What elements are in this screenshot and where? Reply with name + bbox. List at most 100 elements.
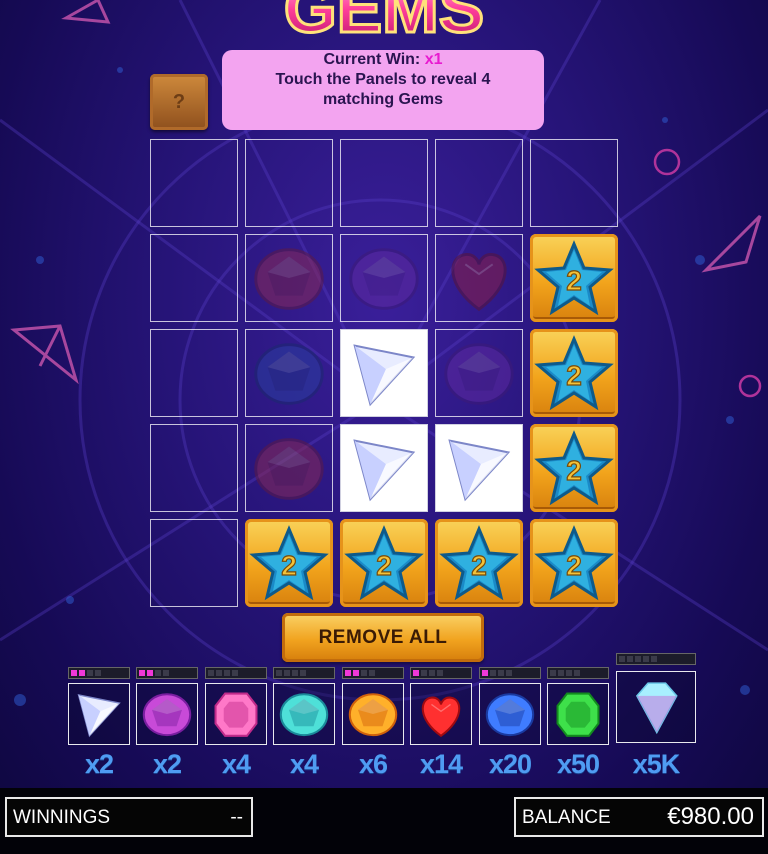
- progress-pip: [216, 670, 222, 676]
- paytable-gem-box: [205, 683, 267, 745]
- gem-purple-icon: [444, 343, 514, 405]
- current-win-label: Current Win:: [323, 51, 421, 68]
- winnings-value: --: [230, 807, 243, 828]
- grid-cell-star[interactable]: 2: [245, 519, 333, 607]
- gem-red-icon: [254, 438, 324, 500]
- green-gem-icon: [556, 692, 600, 737]
- progress-pip: [224, 670, 230, 676]
- orange-gem-icon: [348, 693, 398, 737]
- progress-pip: [163, 670, 169, 676]
- big-diamond-icon: [635, 682, 678, 735]
- progress-pip: [421, 670, 427, 676]
- progress-meter: [205, 667, 267, 679]
- paytable-gem-box: [342, 683, 404, 745]
- progress-pip: [87, 670, 93, 676]
- help-button[interactable]: ?: [150, 74, 208, 130]
- progress-pip: [208, 670, 214, 676]
- progress-pip: [95, 670, 101, 676]
- star-icon: 2: [249, 525, 329, 601]
- progress-meter: [410, 667, 472, 679]
- grid-cell-diamond[interactable]: [340, 329, 428, 417]
- grid-cell-gem-purple[interactable]: [435, 329, 523, 417]
- balance-value: €980.00: [667, 803, 754, 830]
- grid-cell-star[interactable]: 2: [340, 519, 428, 607]
- help-button-label: ?: [172, 90, 186, 113]
- progress-meter: [342, 667, 404, 679]
- diamond-icon: [353, 344, 416, 407]
- winnings-label: WINNINGS: [13, 807, 111, 828]
- grid-cell-hidden[interactable]: [150, 234, 238, 322]
- grid-cell-hidden[interactable]: [435, 139, 523, 227]
- progress-pip: [437, 670, 443, 676]
- gem-purple-icon: [349, 248, 419, 310]
- svg-text:2: 2: [566, 550, 582, 581]
- star-icon: 2: [534, 525, 614, 601]
- grid-cell-hidden[interactable]: [150, 424, 238, 512]
- progress-pip: [276, 670, 282, 676]
- grid-cell-hidden[interactable]: [150, 519, 238, 607]
- blue-gem-icon: [485, 693, 535, 737]
- paytable-multiplier: x14: [419, 749, 463, 779]
- grid-cell-hidden[interactable]: [245, 139, 333, 227]
- star-icon: 2: [439, 525, 519, 601]
- paytable-gem-box: [136, 683, 198, 745]
- progress-pip: [292, 670, 298, 676]
- diamond-icon: [448, 439, 511, 502]
- grid-cell-gem-purple[interactable]: [340, 234, 428, 322]
- purple-gem-icon: [142, 693, 192, 737]
- star-icon: 2: [344, 525, 424, 601]
- progress-pip: [558, 670, 564, 676]
- balance-label: BALANCE: [522, 807, 611, 828]
- current-win-value: x1: [424, 51, 443, 68]
- progress-pip: [369, 670, 375, 676]
- gem-red-icon: [254, 248, 324, 310]
- progress-pip: [550, 670, 556, 676]
- grid-cell-star[interactable]: 2: [435, 519, 523, 607]
- progress-pip: [574, 670, 580, 676]
- progress-pip: [635, 656, 641, 662]
- progress-pip: [353, 670, 359, 676]
- grid-cell-star[interactable]: 2: [530, 424, 618, 512]
- grid-cell-gem-heart[interactable]: [435, 234, 523, 322]
- progress-pip: [155, 670, 161, 676]
- grid-cell-diamond[interactable]: [340, 424, 428, 512]
- grid-cell-star[interactable]: 2: [530, 329, 618, 417]
- paytable-gem-box: [616, 671, 696, 743]
- paytable-multiplier: x2: [84, 749, 114, 779]
- gem-heart-icon: [451, 253, 507, 312]
- paytable-multiplier: x5K: [632, 749, 681, 779]
- progress-pip: [651, 656, 657, 662]
- progress-pip: [139, 670, 145, 676]
- progress-pip: [413, 670, 419, 676]
- remove-all-button[interactable]: REMOVE ALL: [282, 613, 484, 662]
- grid-cell-gem-red[interactable]: [245, 424, 333, 512]
- progress-pip: [482, 670, 488, 676]
- grid-cell-star[interactable]: 2: [530, 519, 618, 607]
- svg-text:2: 2: [566, 360, 582, 391]
- gem-blue-icon: [254, 343, 324, 405]
- instruction-text: Touch the Panels to reveal 4 matching Ge…: [275, 71, 491, 108]
- progress-pip: [147, 670, 153, 676]
- paytable-multiplier: x50: [556, 749, 600, 779]
- paytable-multiplier: x4: [289, 749, 319, 779]
- grid-cell-star[interactable]: 2: [530, 234, 618, 322]
- progress-pip: [79, 670, 85, 676]
- paytable-gem-box: [547, 683, 609, 745]
- scratch-grid: 2 2 2 2 2 2 2: [150, 139, 618, 607]
- remove-all-label: REMOVE ALL: [318, 626, 448, 648]
- grid-cell-hidden[interactable]: [530, 139, 618, 227]
- grid-cell-gem-blue[interactable]: [245, 329, 333, 417]
- progress-pip: [429, 670, 435, 676]
- progress-pip: [619, 656, 625, 662]
- grid-cell-diamond[interactable]: [435, 424, 523, 512]
- grid-cell-hidden[interactable]: [150, 329, 238, 417]
- progress-meter: [136, 667, 198, 679]
- progress-pip: [506, 670, 512, 676]
- pink-gem-icon: [214, 692, 258, 737]
- svg-text:2: 2: [566, 265, 582, 296]
- grid-cell-gem-red[interactable]: [245, 234, 333, 322]
- svg-text:2: 2: [281, 550, 297, 581]
- grid-cell-hidden[interactable]: [150, 139, 238, 227]
- grid-cell-hidden[interactable]: [340, 139, 428, 227]
- progress-pip: [232, 670, 238, 676]
